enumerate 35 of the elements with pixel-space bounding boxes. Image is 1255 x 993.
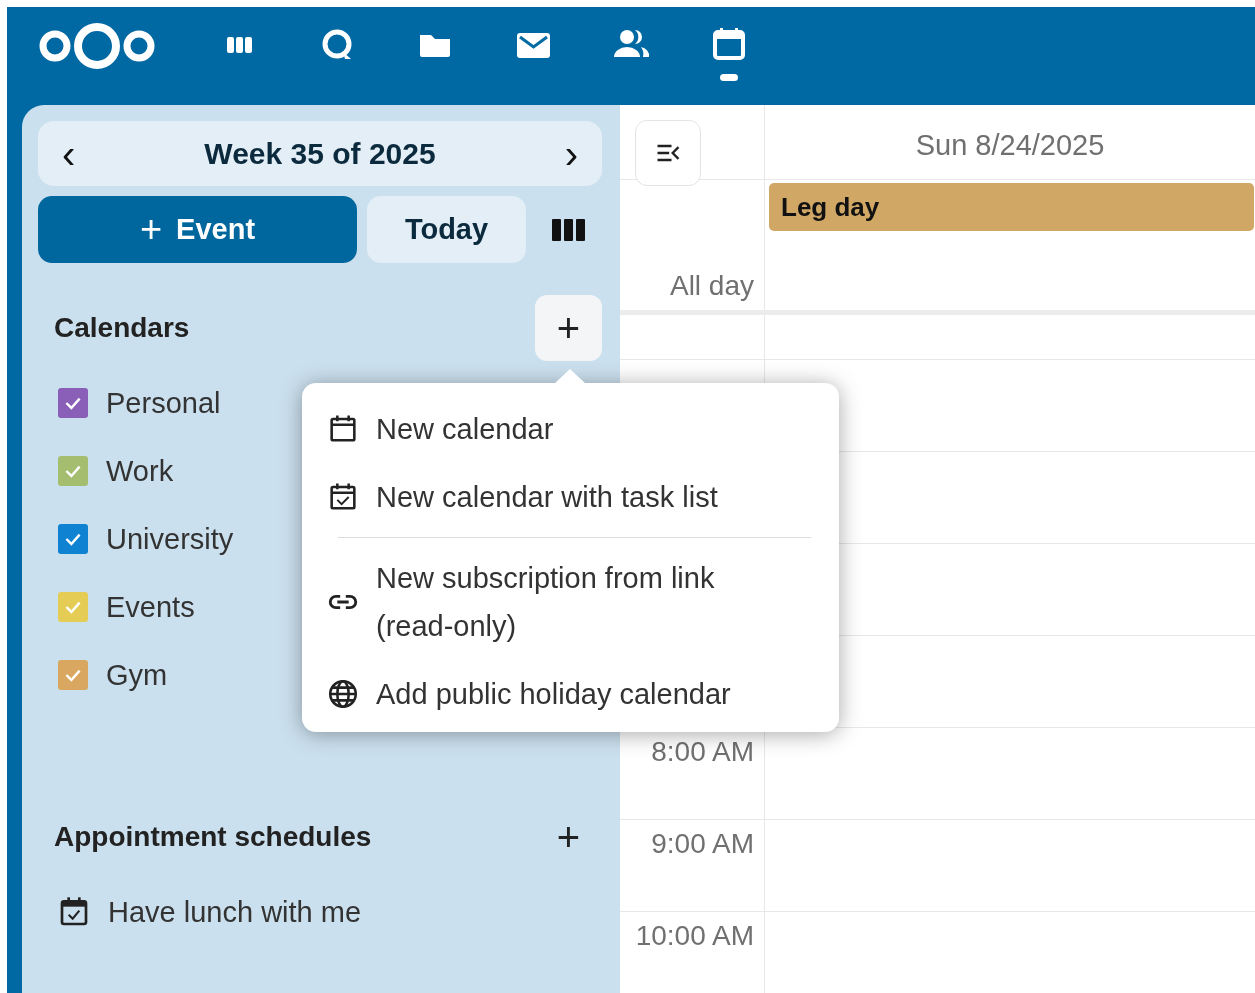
- all-day-label: All day: [669, 270, 754, 302]
- toggle-sidebar-button[interactable]: [635, 120, 701, 186]
- menu-item[interactable]: Add public holiday calendar: [302, 660, 839, 728]
- add-appointment-button[interactable]: +: [535, 804, 602, 870]
- period-label[interactable]: Week 35 of 2025: [204, 136, 436, 171]
- logo-icon[interactable]: [37, 21, 157, 71]
- calendar-check-icon: [58, 896, 90, 928]
- calendar-checkbox[interactable]: [58, 660, 88, 690]
- hour-label: 9:00 AM: [651, 828, 754, 861]
- all-day-event[interactable]: Leg day: [769, 183, 1254, 231]
- calendar-checkbox[interactable]: [58, 524, 88, 554]
- day-date-heading: Sun 8/24/2025: [915, 129, 1105, 162]
- menu-item[interactable]: New calendar with task list: [302, 463, 839, 531]
- hour-label: 10:00 AM: [635, 920, 754, 953]
- calendar-checkbox[interactable]: [58, 456, 88, 486]
- calendar-name[interactable]: Personal: [106, 386, 221, 420]
- calendars-heading: Calendars: [54, 312, 190, 344]
- appointment-name[interactable]: Have lunch with me: [108, 895, 362, 929]
- calendar-name[interactable]: Events: [106, 590, 195, 624]
- calendar-name[interactable]: University: [106, 522, 234, 556]
- globe-icon: [326, 677, 360, 711]
- calendar-checkbox[interactable]: [58, 388, 88, 418]
- view-columns-icon[interactable]: [552, 218, 586, 241]
- new-event-button[interactable]: + Event: [38, 196, 357, 263]
- today-button[interactable]: Today: [367, 196, 526, 263]
- add-calendar-button[interactable]: +: [535, 295, 602, 361]
- calendar-name[interactable]: Gym: [106, 658, 168, 692]
- menu-item[interactable]: New calendar: [302, 395, 839, 463]
- next-button[interactable]: ›: [558, 133, 584, 174]
- previous-button[interactable]: ‹: [56, 133, 82, 174]
- menu-item[interactable]: New subscription from link (read-only): [302, 544, 839, 660]
- calendar-checkbox[interactable]: [58, 592, 88, 622]
- calendar-name[interactable]: Work: [106, 454, 174, 488]
- appointment-schedules-heading: Appointment schedules: [54, 821, 372, 853]
- hour-label: 8:00 AM: [651, 736, 754, 769]
